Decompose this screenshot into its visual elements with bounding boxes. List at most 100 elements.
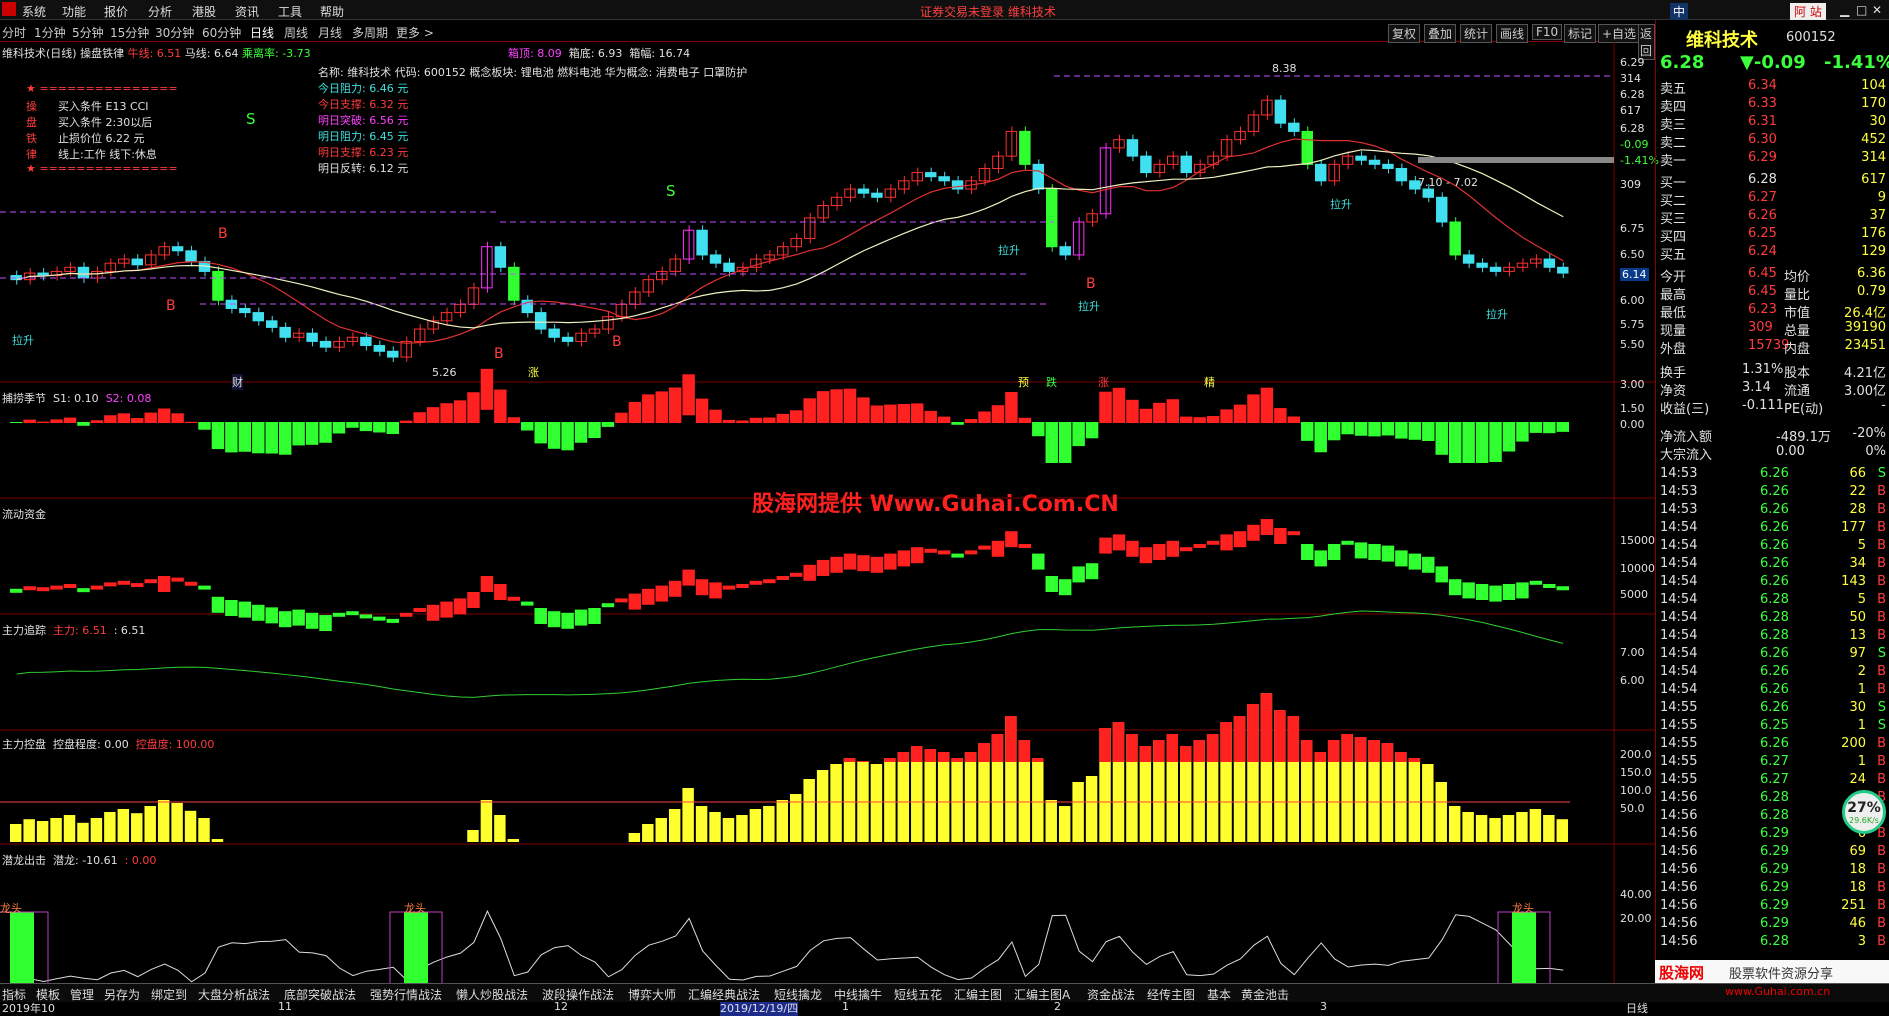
bottom-tab[interactable]: 经传主图 (1147, 986, 1195, 1003)
close-icon[interactable]: ✕ (1872, 3, 1882, 17)
bottom-tab[interactable]: 基本 (1207, 986, 1231, 1003)
season-bar (588, 422, 601, 438)
menu-hk[interactable]: 港股 (192, 3, 216, 20)
bottom-tab[interactable]: 中线擒牛 (834, 986, 882, 1003)
tick-side: S (1877, 466, 1886, 481)
candle (279, 326, 291, 338)
menu-quote[interactable]: 报价 (104, 3, 128, 20)
bottom-tab[interactable]: 指标 (2, 986, 26, 1003)
tick-side: S (1877, 700, 1886, 715)
tick-row: 14:56 6.29 18 B (1656, 880, 1889, 898)
site-badge[interactable]: 阿 站 (1790, 3, 1826, 20)
tick-vol: 200 (1841, 736, 1866, 751)
bottom-tab[interactable]: 模板 (36, 986, 60, 1003)
axis-label: -0.09 (1620, 138, 1649, 151)
tab-1min[interactable]: 1分钟 (34, 24, 66, 41)
tick-time: 14:54 (1660, 628, 1698, 643)
bottom-tab[interactable]: 短线五花 (894, 986, 942, 1003)
brand-url: www.Guhai.com.cn (1725, 985, 1831, 998)
btn-overlay[interactable]: 叠加 (1424, 24, 1457, 43)
candle (723, 262, 735, 272)
flow-bar (1220, 534, 1233, 551)
bid-row[interactable]: 买二 6.27 9 (1656, 190, 1889, 209)
menu-tools[interactable]: 工具 (278, 3, 302, 20)
chart-area[interactable]: 维科技术(日线) 操盘铁律 牛线: 6.51 马线: 6.64 乘离率: -3.… (0, 42, 1659, 1016)
ask-label: 卖四 (1660, 100, 1687, 115)
tab-intraday[interactable]: 分时 (2, 24, 26, 41)
btn-f10[interactable]: F10 (1532, 24, 1563, 40)
bid-row[interactable]: 买四 6.25 176 (1656, 226, 1889, 245)
ask-row[interactable]: 卖一 6.29 314 (1656, 150, 1889, 169)
btn-mark[interactable]: 标记 (1564, 24, 1597, 43)
flow-bar (1435, 566, 1448, 583)
bottom-tab[interactable]: 资金战法 (1087, 986, 1135, 1003)
control-bar-high (964, 752, 977, 762)
minimize-icon[interactable]: ▁ (1840, 3, 1849, 17)
bid-row[interactable]: 买五 6.24 129 (1656, 244, 1889, 263)
tab-30min[interactable]: 30分钟 (155, 24, 194, 41)
flow-bar (1126, 540, 1139, 557)
season-bar (305, 422, 319, 445)
p2-s1: S1: 0.10 (53, 392, 99, 405)
flow-bar (1462, 582, 1475, 599)
ask-row[interactable]: 卖三 6.31 30 (1656, 114, 1889, 133)
tab-15min[interactable]: 15分钟 (110, 24, 149, 41)
bottom-tab[interactable]: 黄金池击 (1241, 986, 1289, 1003)
tab-weekly[interactable]: 周线 (284, 24, 308, 41)
p6-b: : 0.00 (124, 854, 157, 867)
season-bar (1274, 408, 1287, 423)
menu-function[interactable]: 功能 (62, 3, 86, 20)
trace-line (16, 610, 1564, 698)
menu-news[interactable]: 资讯 (235, 3, 259, 20)
tab-multi[interactable]: 多周期 (352, 24, 388, 41)
tick-side: B (1877, 628, 1886, 643)
bottom-tab[interactable]: 汇编主图A (1014, 986, 1070, 1003)
tab-monthly[interactable]: 月线 (318, 24, 342, 41)
flow-bar (507, 596, 521, 601)
candle (548, 328, 560, 338)
maximize-icon[interactable]: □ (1856, 3, 1867, 17)
season-bar (601, 422, 615, 427)
bottom-tab[interactable]: 另存为 (104, 986, 140, 1003)
btn-stats[interactable]: 统计 (1460, 24, 1493, 43)
bottom-tab[interactable]: 短线擒龙 (774, 986, 822, 1003)
ask-row[interactable]: 卖四 6.33 170 (1656, 96, 1889, 115)
bottom-tab[interactable]: 博弈大师 (628, 986, 676, 1003)
btn-draw[interactable]: 画线 (1496, 24, 1529, 43)
ask-row[interactable]: 卖五 6.34 104 (1656, 78, 1889, 97)
menu-help[interactable]: 帮助 (320, 3, 344, 20)
candle (508, 266, 520, 301)
lang-toggle[interactable]: 中 (1670, 3, 1689, 20)
flow-bar (1166, 540, 1179, 557)
tick-vol: 5 (1857, 592, 1866, 607)
bottom-tab[interactable]: 汇编主图 (954, 986, 1002, 1003)
bid-row[interactable]: 买三 6.26 37 (1656, 208, 1889, 227)
btn-adjust[interactable]: 复权 (1388, 24, 1421, 43)
stat2-v2: 4.21亿 (1844, 366, 1886, 381)
bid-row[interactable]: 买一 6.28 617 (1656, 172, 1889, 191)
tab-daily[interactable]: 日线 (250, 24, 274, 41)
tab-60min[interactable]: 60分钟 (202, 24, 241, 41)
speed-gauge[interactable]: 27% 29.6K/s (1842, 790, 1886, 834)
bottom-tab[interactable]: 底部突破战法 (284, 986, 356, 1003)
ask-row[interactable]: 卖二 6.30 452 (1656, 132, 1889, 151)
bottom-tab[interactable]: 汇编经典战法 (688, 986, 760, 1003)
tab-5min[interactable]: 5分钟 (72, 24, 104, 41)
bottom-tab[interactable]: 懒人炒股战法 (456, 986, 528, 1003)
bottom-tab[interactable]: 强势行情战法 (370, 986, 442, 1003)
tab-more[interactable]: 更多 > (396, 24, 434, 41)
stat-k2: 量比 (1784, 288, 1811, 303)
season-bar (23, 419, 36, 423)
mark-high: 8.38 (1272, 62, 1297, 75)
menu-analysis[interactable]: 分析 (148, 3, 172, 20)
bottom-tab[interactable]: 大盘分析战法 (198, 986, 270, 1003)
flow-row: 大宗流入 0.00 0% (1656, 444, 1889, 463)
bottom-tab[interactable]: 波段操作战法 (542, 986, 614, 1003)
btn-watchlist[interactable]: +自选 (1598, 24, 1641, 43)
ask-vol: 170 (1861, 96, 1886, 111)
menu-system[interactable]: 系统 (22, 3, 46, 20)
tick-price: 6.27 (1760, 754, 1789, 769)
bottom-tab[interactable]: 绑定到 (151, 986, 187, 1003)
tick-vol: 46 (1849, 916, 1866, 931)
bottom-tab[interactable]: 管理 (70, 986, 94, 1003)
